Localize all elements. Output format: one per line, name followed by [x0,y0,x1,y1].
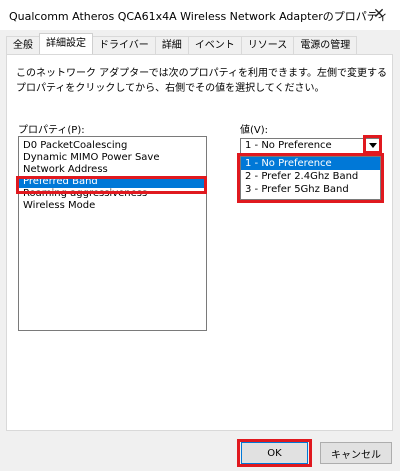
property-listbox[interactable]: D0 PacketCoalescing Dynamic MIMO Power S… [18,136,207,331]
value-select[interactable]: 1 - No Preference [240,138,381,154]
cancel-button[interactable]: キャンセル [320,442,392,464]
value-dropdown-list[interactable]: 1 - No Preference 2 - Prefer 2.4Ghz Band… [240,156,381,200]
property-item[interactable]: Wireless Mode [19,200,206,212]
property-item[interactable]: Roaming aggressiveness [19,188,206,200]
select-arrow-button[interactable] [364,137,381,154]
tab-power-management[interactable]: 電源の管理 [293,36,358,54]
tab-strip: 全般 詳細設定 ドライバー 詳細 イベント リソース 電源の管理 [6,33,358,54]
value-label: 値(V): [240,125,269,136]
property-item[interactable]: D0 PacketCoalescing [19,140,206,152]
chevron-down-icon [368,143,377,148]
close-icon[interactable]: ✕ [370,5,388,23]
property-item-selected[interactable]: Preferred Band [19,176,206,188]
value-option[interactable]: 2 - Prefer 2.4Ghz Band [241,170,380,183]
property-item[interactable]: Dynamic MIMO Power Save [19,152,206,164]
tab-driver[interactable]: ドライバー [92,36,156,54]
tab-details[interactable]: 詳細 [154,36,189,54]
value-option-selected[interactable]: 1 - No Preference [241,157,380,170]
tab-events[interactable]: イベント [187,36,242,54]
description-text: このネットワーク アダプターでは次のプロパティを利用できます。左側で変更するプロ… [16,68,387,94]
property-label: プロパティ(P): [18,125,85,136]
tab-general[interactable]: 全般 [6,36,40,54]
tab-advanced[interactable]: 詳細設定 [39,33,93,54]
property-item[interactable]: Network Address [19,164,206,176]
tab-resources[interactable]: リソース [240,36,295,54]
window-title: Qualcomm Atheros QCA61x4A Wireless Netwo… [9,10,389,23]
value-option[interactable]: 3 - Prefer 5Ghz Band [241,183,380,196]
ok-button[interactable]: OK [241,442,308,464]
title-bar: Qualcomm Atheros QCA61x4A Wireless Netwo… [0,0,400,30]
